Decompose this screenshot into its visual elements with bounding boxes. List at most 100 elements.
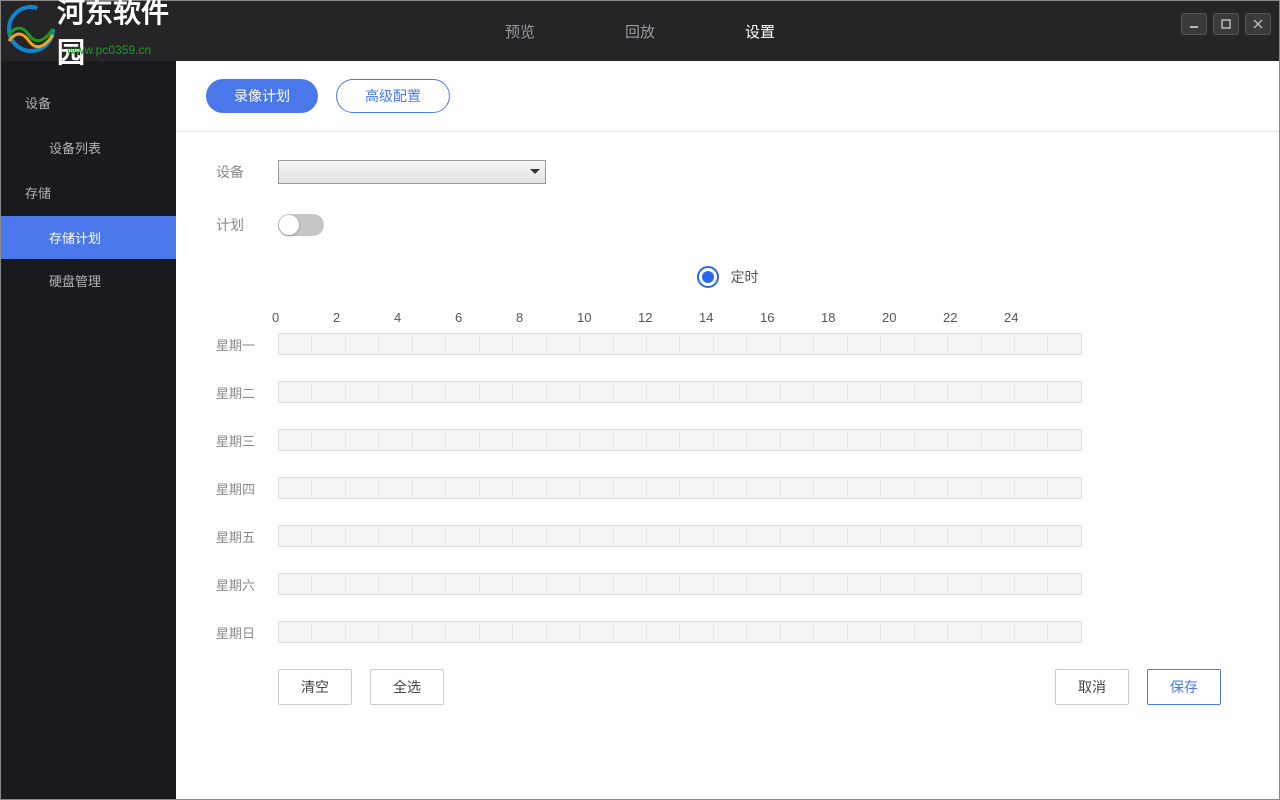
hour-cell[interactable] bbox=[513, 382, 546, 402]
hour-cell[interactable] bbox=[379, 478, 412, 498]
hour-cell[interactable] bbox=[480, 526, 513, 546]
tab-replay[interactable]: 回放 bbox=[625, 21, 655, 42]
day-grid[interactable] bbox=[278, 333, 1082, 355]
hour-cell[interactable] bbox=[915, 622, 948, 642]
hour-cell[interactable] bbox=[982, 430, 1015, 450]
hour-cell[interactable] bbox=[948, 430, 981, 450]
hour-cell[interactable] bbox=[379, 526, 412, 546]
hour-cell[interactable] bbox=[312, 382, 345, 402]
hour-cell[interactable] bbox=[614, 430, 647, 450]
hour-cell[interactable] bbox=[547, 574, 580, 594]
hour-cell[interactable] bbox=[814, 574, 847, 594]
hour-cell[interactable] bbox=[513, 622, 546, 642]
tab-settings[interactable]: 设置 bbox=[745, 21, 775, 42]
hour-cell[interactable] bbox=[446, 334, 479, 354]
hour-cell[interactable] bbox=[714, 478, 747, 498]
hour-cell[interactable] bbox=[312, 478, 345, 498]
cancel-button[interactable]: 取消 bbox=[1055, 669, 1129, 705]
close-button[interactable] bbox=[1245, 13, 1271, 35]
hour-cell[interactable] bbox=[781, 334, 814, 354]
hour-cell[interactable] bbox=[279, 430, 312, 450]
hour-cell[interactable] bbox=[747, 334, 780, 354]
hour-cell[interactable] bbox=[346, 430, 379, 450]
hour-cell[interactable] bbox=[379, 334, 412, 354]
hour-cell[interactable] bbox=[647, 382, 680, 402]
hour-cell[interactable] bbox=[848, 334, 881, 354]
hour-cell[interactable] bbox=[614, 478, 647, 498]
day-grid[interactable] bbox=[278, 525, 1082, 547]
hour-cell[interactable] bbox=[814, 526, 847, 546]
hour-cell[interactable] bbox=[881, 478, 914, 498]
hour-cell[interactable] bbox=[647, 622, 680, 642]
tab-preview[interactable]: 预览 bbox=[505, 21, 535, 42]
plan-toggle[interactable] bbox=[278, 214, 324, 236]
hour-cell[interactable] bbox=[413, 622, 446, 642]
hour-cell[interactable] bbox=[547, 430, 580, 450]
hour-cell[interactable] bbox=[614, 526, 647, 546]
hour-cell[interactable] bbox=[647, 430, 680, 450]
hour-cell[interactable] bbox=[781, 478, 814, 498]
hour-cell[interactable] bbox=[881, 526, 914, 546]
minimize-button[interactable] bbox=[1181, 13, 1207, 35]
hour-cell[interactable] bbox=[948, 574, 981, 594]
hour-cell[interactable] bbox=[714, 334, 747, 354]
hour-cell[interactable] bbox=[346, 382, 379, 402]
day-grid[interactable] bbox=[278, 381, 1082, 403]
hour-cell[interactable] bbox=[881, 334, 914, 354]
hour-cell[interactable] bbox=[1015, 574, 1048, 594]
hour-cell[interactable] bbox=[1015, 622, 1048, 642]
hour-cell[interactable] bbox=[915, 430, 948, 450]
hour-cell[interactable] bbox=[714, 382, 747, 402]
day-grid[interactable] bbox=[278, 477, 1082, 499]
hour-cell[interactable] bbox=[982, 574, 1015, 594]
hour-cell[interactable] bbox=[1048, 478, 1080, 498]
hour-cell[interactable] bbox=[346, 574, 379, 594]
hour-cell[interactable] bbox=[547, 382, 580, 402]
hour-cell[interactable] bbox=[680, 574, 713, 594]
hour-cell[interactable] bbox=[781, 622, 814, 642]
hour-cell[interactable] bbox=[982, 478, 1015, 498]
hour-cell[interactable] bbox=[580, 334, 613, 354]
hour-cell[interactable] bbox=[881, 574, 914, 594]
hour-cell[interactable] bbox=[279, 478, 312, 498]
hour-cell[interactable] bbox=[915, 574, 948, 594]
hour-cell[interactable] bbox=[747, 430, 780, 450]
hour-cell[interactable] bbox=[848, 478, 881, 498]
hour-cell[interactable] bbox=[346, 478, 379, 498]
hour-cell[interactable] bbox=[446, 478, 479, 498]
hour-cell[interactable] bbox=[814, 334, 847, 354]
hour-cell[interactable] bbox=[580, 430, 613, 450]
hour-cell[interactable] bbox=[614, 382, 647, 402]
hour-cell[interactable] bbox=[982, 334, 1015, 354]
hour-cell[interactable] bbox=[312, 430, 345, 450]
hour-cell[interactable] bbox=[781, 526, 814, 546]
hour-cell[interactable] bbox=[881, 622, 914, 642]
hour-cell[interactable] bbox=[614, 334, 647, 354]
hour-cell[interactable] bbox=[915, 478, 948, 498]
hour-cell[interactable] bbox=[747, 622, 780, 642]
hour-cell[interactable] bbox=[413, 382, 446, 402]
hour-cell[interactable] bbox=[982, 382, 1015, 402]
sidebar-cat-devices[interactable]: 设备 bbox=[1, 79, 176, 126]
hour-cell[interactable] bbox=[1015, 382, 1048, 402]
hour-cell[interactable] bbox=[413, 478, 446, 498]
hour-cell[interactable] bbox=[714, 622, 747, 642]
hour-cell[interactable] bbox=[312, 526, 345, 546]
hour-cell[interactable] bbox=[881, 430, 914, 450]
hour-cell[interactable] bbox=[948, 478, 981, 498]
radio-timer[interactable] bbox=[697, 266, 719, 288]
day-grid[interactable] bbox=[278, 621, 1082, 643]
hour-cell[interactable] bbox=[714, 430, 747, 450]
hour-cell[interactable] bbox=[379, 622, 412, 642]
sidebar-item-storage-plan[interactable]: 存储计划 bbox=[1, 216, 176, 259]
hour-cell[interactable] bbox=[647, 478, 680, 498]
hour-cell[interactable] bbox=[446, 382, 479, 402]
select-all-button[interactable]: 全选 bbox=[370, 669, 444, 705]
hour-cell[interactable] bbox=[614, 622, 647, 642]
hour-cell[interactable] bbox=[848, 382, 881, 402]
hour-cell[interactable] bbox=[680, 526, 713, 546]
save-button[interactable]: 保存 bbox=[1147, 669, 1221, 705]
hour-cell[interactable] bbox=[982, 526, 1015, 546]
hour-cell[interactable] bbox=[1048, 526, 1080, 546]
sidebar-item-disk-mgmt[interactable]: 硬盘管理 bbox=[1, 259, 176, 302]
